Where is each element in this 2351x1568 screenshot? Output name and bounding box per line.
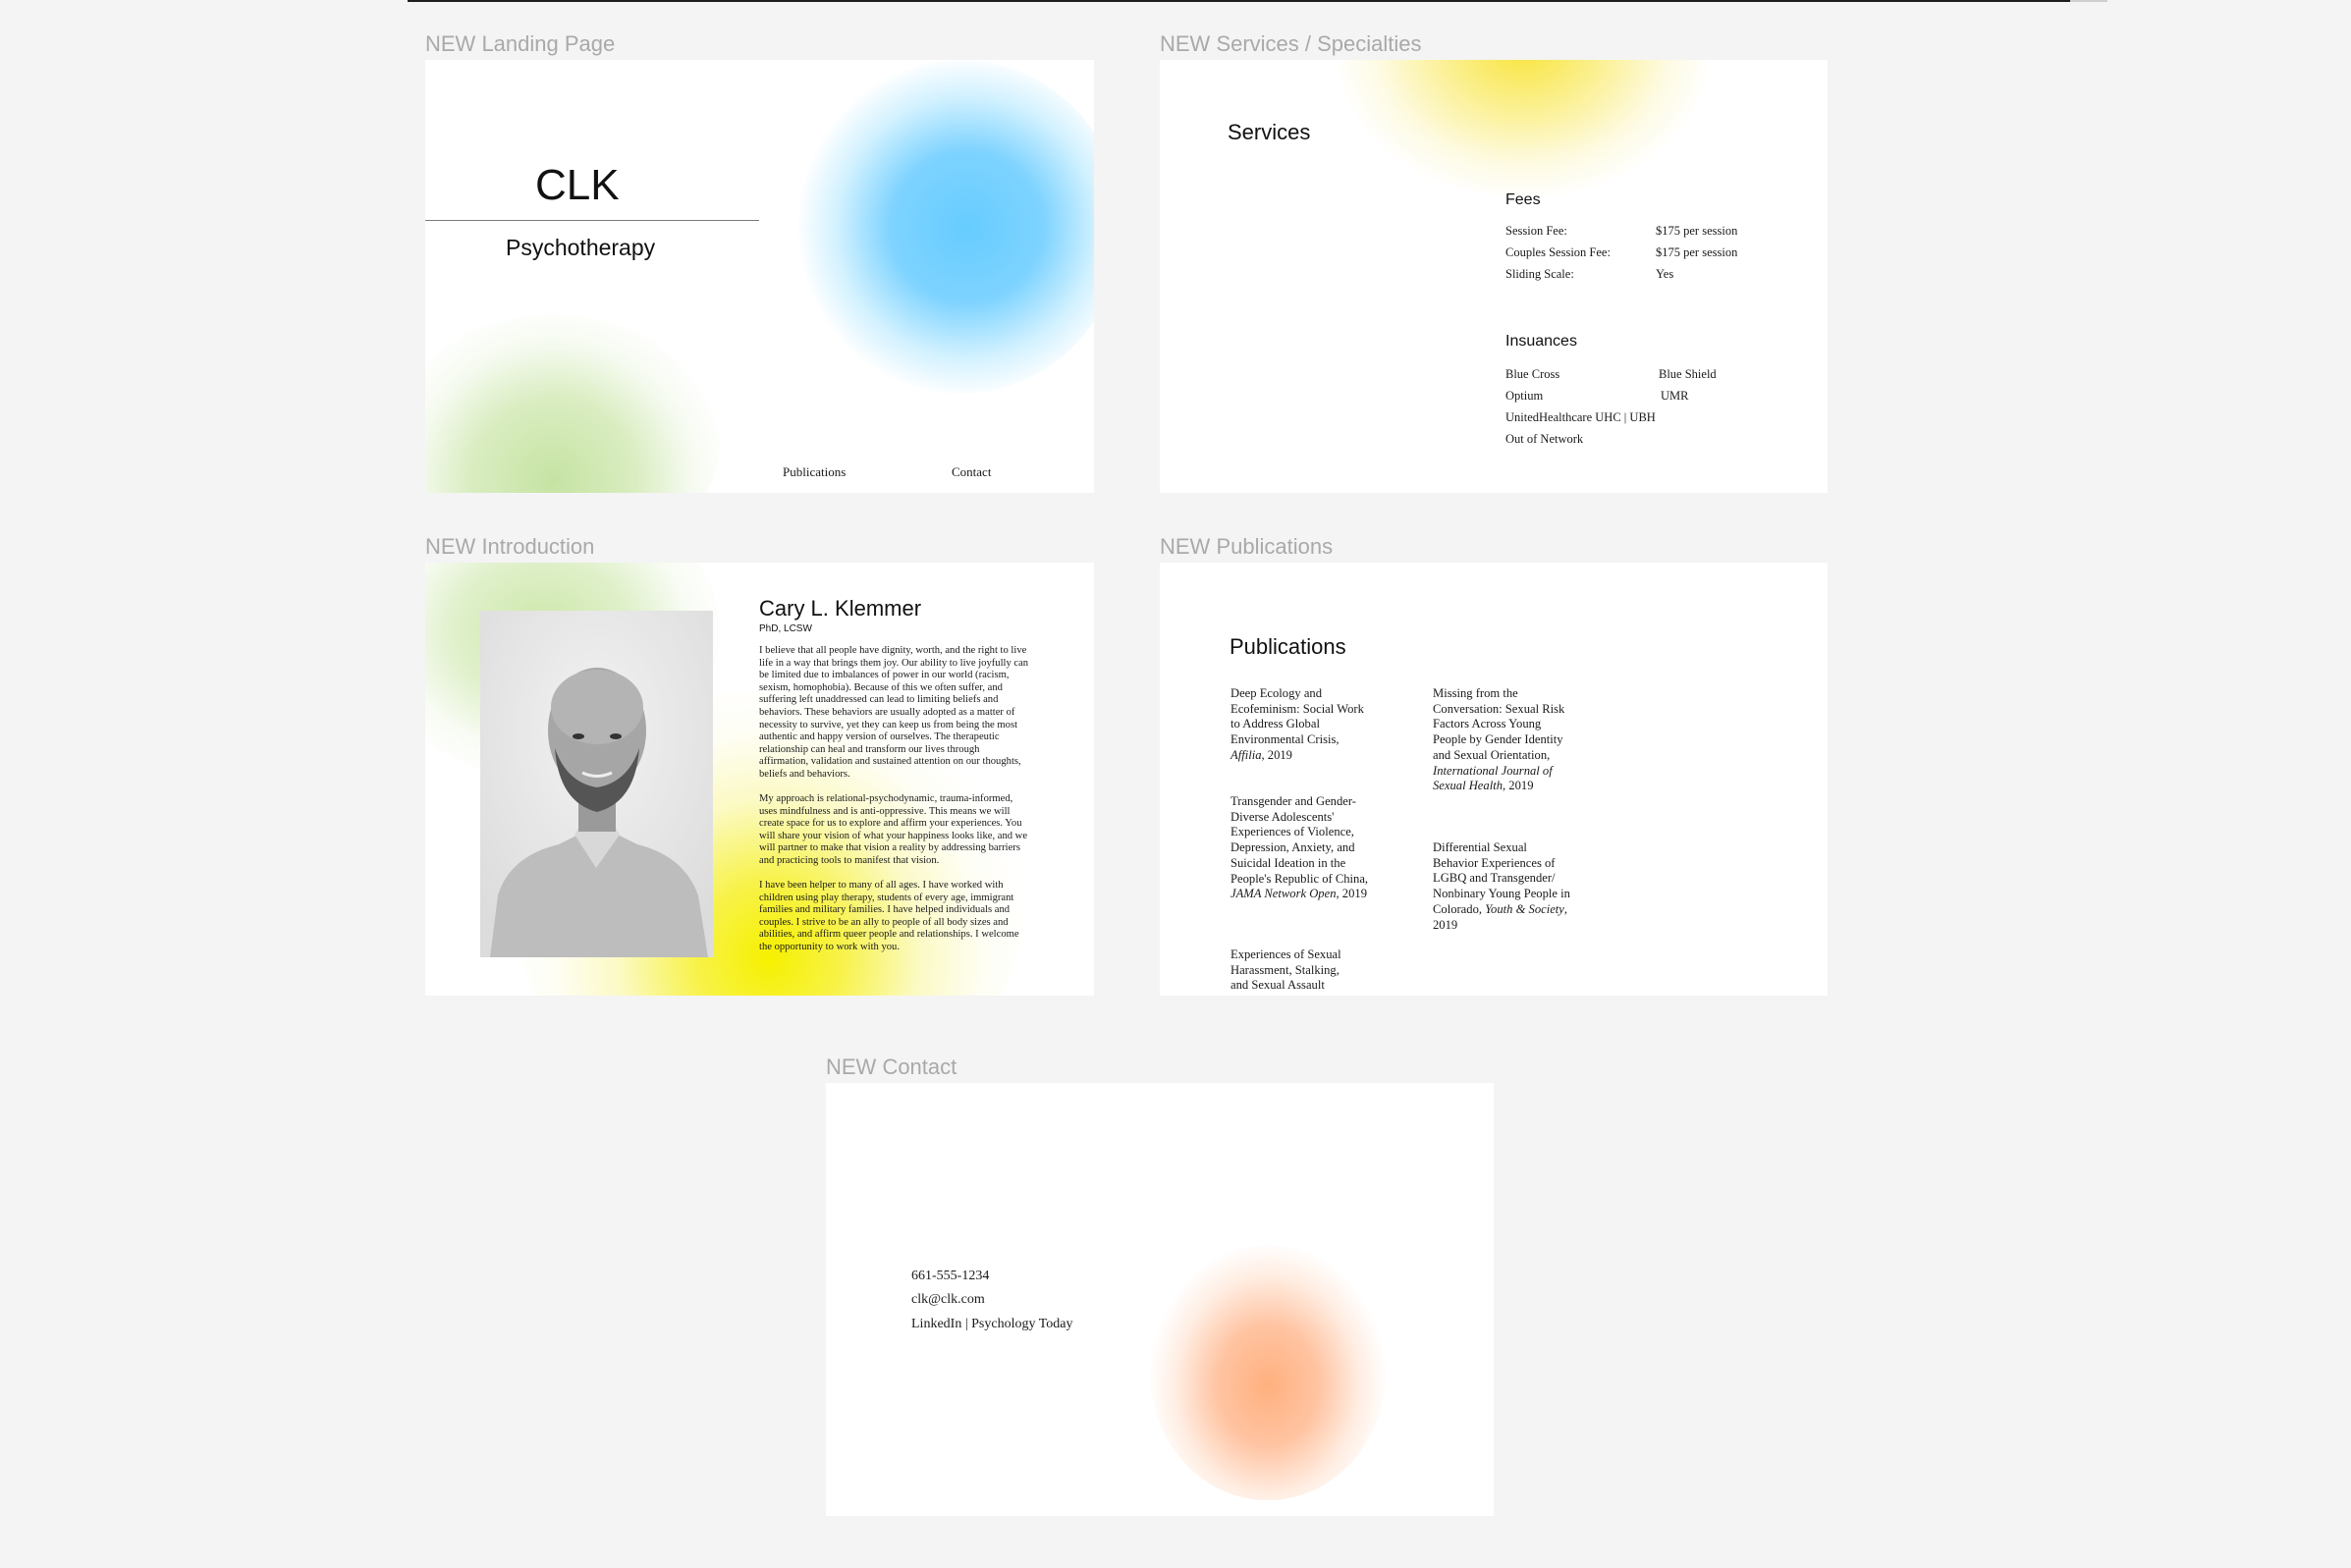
- frame-label-landing[interactable]: NEW Landing Page: [425, 33, 615, 55]
- publication-item[interactable]: Missing from the Conversation: Sexual Ri…: [1433, 686, 1572, 794]
- fee-value: $175 per session: [1656, 224, 1738, 238]
- publication-title: Deep Ecology and Ecofeminism: Social Wor…: [1230, 686, 1364, 747]
- publication-item[interactable]: Differential Sexual Behavior Experiences…: [1433, 840, 1572, 933]
- publication-year: , 2019: [1261, 747, 1292, 762]
- frame-introduction[interactable]: Cary L. Klemmer PhD, LCSW I believe that…: [425, 563, 1094, 996]
- fee-label: Sliding Scale:: [1505, 267, 1574, 281]
- frame-label-introduction[interactable]: NEW Introduction: [425, 536, 594, 558]
- fee-label: Couples Session Fee:: [1505, 245, 1611, 259]
- therapist-credentials: PhD, LCSW: [759, 623, 812, 634]
- insurance-item: Optium: [1505, 389, 1544, 403]
- fee-label: Session Fee:: [1505, 224, 1567, 238]
- publication-journal: JAMA Network Open: [1230, 887, 1337, 901]
- therapist-name: Cary L. Klemmer: [759, 596, 922, 621]
- publication-item[interactable]: Transgender and Gender-Diverse Adolescen…: [1230, 794, 1374, 902]
- portrait-image: [480, 611, 713, 957]
- fee-value: Yes: [1656, 267, 1674, 281]
- insurance-item: UMR: [1661, 389, 1689, 403]
- intro-paragraph: My approach is relational-psychodynamic,…: [759, 793, 1028, 866]
- green-gradient-blob: [425, 315, 720, 493]
- intro-paragraph: I have been helper to many of all ages. …: [759, 880, 1019, 952]
- canvas-top-border: [408, 0, 2070, 2]
- publication-title: Missing from the Conversation: Sexual Ri…: [1433, 686, 1565, 762]
- logo-subtitle: Psychotherapy: [506, 235, 656, 260]
- contact-phone[interactable]: 661-555-1234: [911, 1269, 989, 1284]
- insurance-item: UnitedHealthcare UHC | UBH: [1505, 410, 1656, 424]
- frame-label-contact[interactable]: NEW Contact: [826, 1056, 957, 1078]
- insurance-item: Blue Shield: [1659, 367, 1717, 381]
- frame-label-services[interactable]: NEW Services / Specialties: [1160, 33, 1422, 55]
- publication-title: Transgender and Gender-Diverse Adolescen…: [1230, 794, 1369, 886]
- frame-publications[interactable]: Publications Deep Ecology and Ecofeminis…: [1160, 563, 1828, 996]
- frame-services[interactable]: Services Fees Session Fee: $175 per sess…: [1160, 60, 1828, 493]
- publication-item[interactable]: Deep Ecology and Ecofeminism: Social Wor…: [1230, 686, 1368, 764]
- canvas-top-border-fade: [2070, 0, 2107, 2]
- nav-link-contact[interactable]: Contact: [952, 464, 991, 480]
- publication-journal: Youth & Society: [1485, 901, 1564, 916]
- contact-email[interactable]: clk@clk.com: [911, 1292, 985, 1308]
- orange-gradient-blob: [1150, 1245, 1386, 1500]
- blue-gradient-blob: [798, 60, 1094, 394]
- publication-journal: International Journal of Sexual Health: [1433, 763, 1553, 793]
- frame-contact[interactable]: 661-555-1234 clk@clk.com LinkedIn | Psyc…: [826, 1083, 1494, 1516]
- publications-title: Publications: [1230, 634, 1346, 659]
- publication-journal: Affilia: [1230, 747, 1262, 762]
- fee-value: $175 per session: [1656, 245, 1738, 259]
- publication-item[interactable]: Experiences of Sexual Harassment, Stalki…: [1230, 947, 1358, 994]
- publication-year: , 2019: [1336, 887, 1367, 901]
- publication-year: , 2019: [1503, 779, 1534, 793]
- portrait-photo: [480, 611, 713, 957]
- frame-label-publications[interactable]: NEW Publications: [1160, 536, 1333, 558]
- logo-title: CLK: [535, 161, 620, 209]
- fees-heading: Fees: [1505, 191, 1541, 208]
- insurance-heading: Insuances: [1505, 333, 1577, 350]
- services-title: Services: [1228, 120, 1311, 144]
- title-divider: [425, 220, 759, 221]
- contact-links[interactable]: LinkedIn | Psychology Today: [911, 1317, 1073, 1332]
- frame-landing-page[interactable]: CLK Psychotherapy Publications Contact: [425, 60, 1094, 493]
- publication-title: Experiences of Sexual Harassment, Stalki…: [1230, 947, 1341, 993]
- intro-paragraph: I believe that all people have dignity, …: [759, 645, 1029, 780]
- nav-link-publications[interactable]: Publications: [783, 464, 846, 480]
- insurance-item: Out of Network: [1505, 432, 1584, 446]
- yellow-gradient-blob: [1337, 60, 1710, 197]
- insurance-item: Blue Cross: [1505, 367, 1560, 381]
